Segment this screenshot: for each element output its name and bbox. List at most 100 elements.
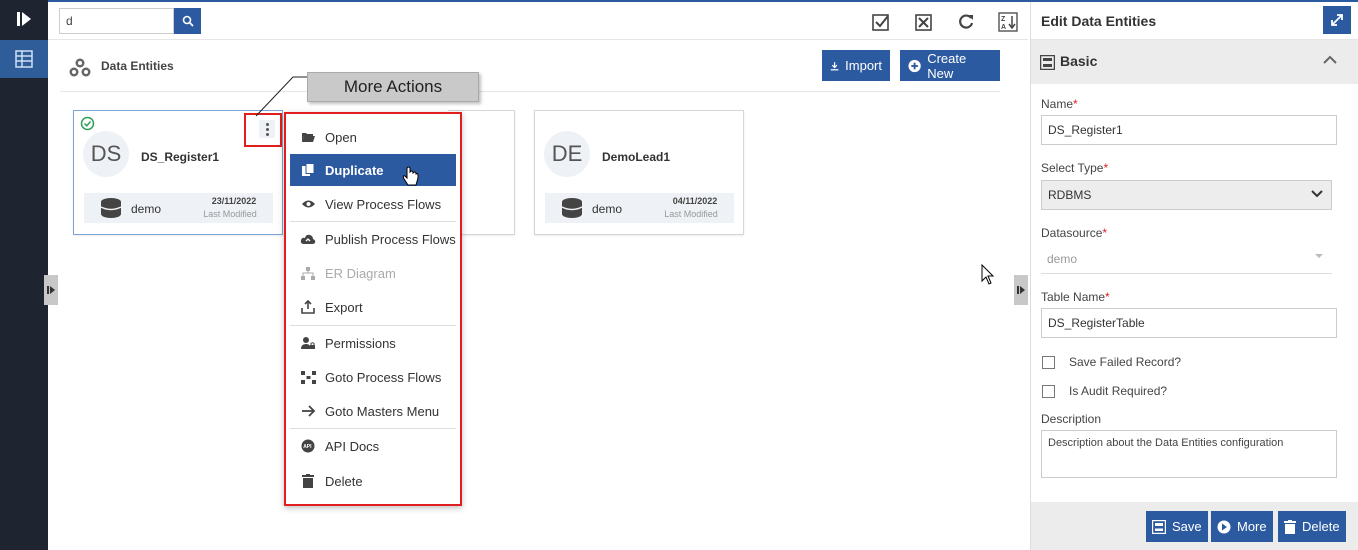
left-rail	[0, 0, 48, 550]
menu-divider	[290, 428, 456, 429]
more-actions-menu: Open Duplicate View Process Flows Publis…	[284, 112, 462, 506]
more-label: More	[1237, 519, 1267, 534]
card-meta: demo 04/11/2022 Last Modified	[545, 193, 734, 223]
svg-text:A: A	[1001, 24, 1006, 31]
database-icon	[561, 198, 583, 218]
right-panel-toggle[interactable]	[1014, 275, 1028, 305]
modified-label: Last Modified	[664, 209, 718, 219]
table-name-field[interactable]: DS_RegisterTable	[1041, 308, 1337, 338]
save-label: Save	[1172, 519, 1202, 534]
menu-item-export[interactable]: Export	[290, 291, 456, 323]
table-name-label: Table Name*	[1041, 290, 1110, 304]
table-icon	[15, 50, 33, 68]
more-button[interactable]: More	[1211, 511, 1273, 542]
svg-text:API: API	[303, 444, 312, 450]
menu-item-duplicate[interactable]: Duplicate	[290, 154, 456, 186]
audit-checkbox[interactable]	[1042, 385, 1055, 398]
more-actions-callout: More Actions	[307, 72, 479, 102]
audit-label: Is Audit Required?	[1069, 384, 1168, 398]
search-input[interactable]	[59, 8, 174, 34]
save-failed-label: Save Failed Record?	[1069, 355, 1182, 369]
description-label: Description	[1041, 412, 1102, 426]
modified-date: 04/11/2022	[672, 196, 718, 206]
menu-item-open[interactable]: Open	[290, 121, 456, 153]
eye-icon	[300, 196, 316, 212]
hand-cursor-icon	[402, 166, 419, 186]
menu-item-label: Duplicate	[325, 162, 384, 178]
page-header: Data Entities Import Create New	[60, 48, 1000, 92]
basic-section-header[interactable]: Basic	[1031, 40, 1358, 84]
datasource-label: Datasource*	[1041, 226, 1108, 240]
sitemap-icon	[300, 265, 316, 281]
menu-item-api-docs[interactable]: API API Docs	[290, 430, 456, 462]
entity-name: DS_Register1	[141, 150, 220, 164]
menu-item-publish-process-flows[interactable]: Publish Process Flows	[290, 223, 456, 255]
save-button[interactable]: Save	[1146, 511, 1208, 542]
name-label: Name*	[1041, 97, 1078, 111]
arrow-right-icon	[300, 403, 316, 419]
page-title: Data Entities	[101, 59, 174, 73]
name-field[interactable]: DS_Register1	[1041, 115, 1337, 145]
menu-item-goto-process-flows[interactable]: Goto Process Flows	[290, 361, 456, 393]
menu-item-delete[interactable]: Delete	[290, 465, 456, 497]
folder-open-icon	[300, 129, 316, 145]
type-select[interactable]: RDBMS	[1041, 180, 1332, 210]
modified-label: Last Modified	[203, 209, 257, 219]
download-icon	[830, 61, 839, 70]
check-circle-icon	[80, 116, 95, 131]
chevron-down-icon	[1311, 190, 1323, 198]
description-field[interactable]: Description about the Data Entities conf…	[1041, 430, 1337, 478]
avatar: DS	[83, 131, 129, 177]
menu-item-er-diagram[interactable]: ER Diagram	[290, 257, 456, 289]
datasource-select[interactable]: demo	[1041, 244, 1332, 274]
section-title: Basic	[1060, 53, 1098, 69]
panel-title: Edit Data Entities	[1041, 13, 1157, 29]
menu-item-goto-masters-menu[interactable]: Goto Masters Menu	[290, 395, 456, 427]
entity-card[interactable]: DE DemoLead1 demo 04/11/2022 Last Modifi…	[534, 110, 744, 235]
rail-expand-icon[interactable]	[0, 0, 48, 38]
arrow-circle-right-icon	[1217, 520, 1231, 533]
chevron-up-icon[interactable]	[1323, 55, 1337, 64]
toolbar: ZA	[48, 2, 1028, 40]
plus-circle-icon	[908, 59, 921, 72]
delete-label: Delete	[1302, 519, 1340, 534]
trash-icon	[300, 473, 316, 489]
copy-icon	[300, 162, 316, 178]
deselect-all-icon[interactable]	[913, 11, 935, 33]
export-icon	[300, 299, 316, 315]
menu-item-label: API Docs	[325, 438, 380, 454]
expand-button[interactable]	[1323, 6, 1351, 34]
trash-icon	[1284, 519, 1296, 534]
main-area: ZA Data Entities Import Create New DS DS…	[44, 2, 1028, 550]
card-meta: demo 23/11/2022 Last Modified	[84, 193, 273, 223]
entity-name: DemoLead1	[602, 150, 671, 164]
menu-divider	[290, 221, 456, 222]
menu-divider	[290, 325, 456, 326]
type-value: RDBMS	[1048, 188, 1092, 202]
import-button[interactable]: Import	[822, 50, 890, 81]
menu-item-view-process-flows[interactable]: View Process Flows	[290, 188, 456, 220]
svg-text:Z: Z	[1001, 16, 1006, 23]
delete-button[interactable]: Delete	[1278, 511, 1346, 542]
refresh-icon[interactable]	[955, 11, 977, 33]
user-lock-icon	[300, 335, 316, 351]
menu-item-label: View Process Flows	[325, 196, 442, 212]
datasource-value: demo	[1047, 251, 1078, 266]
create-new-button[interactable]: Create New	[900, 50, 1000, 81]
search-button[interactable]	[174, 8, 201, 34]
left-panel-toggle[interactable]	[44, 275, 58, 305]
menu-item-permissions[interactable]: Permissions	[290, 327, 456, 359]
modified-date: 23/11/2022	[211, 196, 257, 206]
caret-down-icon	[1315, 254, 1323, 258]
menu-item-label: ER Diagram	[325, 265, 396, 281]
save-failed-checkbox[interactable]	[1042, 356, 1055, 369]
sort-icon[interactable]: ZA	[997, 11, 1019, 33]
import-label: Import	[845, 58, 882, 73]
select-all-icon[interactable]	[870, 11, 892, 33]
type-label: Select Type*	[1041, 161, 1109, 175]
process-flow-icon	[300, 369, 316, 385]
datasource-name: demo	[131, 202, 162, 216]
rail-item-data-entities[interactable]	[0, 40, 48, 78]
menu-item-label: Open	[325, 129, 357, 145]
edit-panel: Edit Data Entities Basic Name* DS_Regist…	[1030, 2, 1358, 550]
